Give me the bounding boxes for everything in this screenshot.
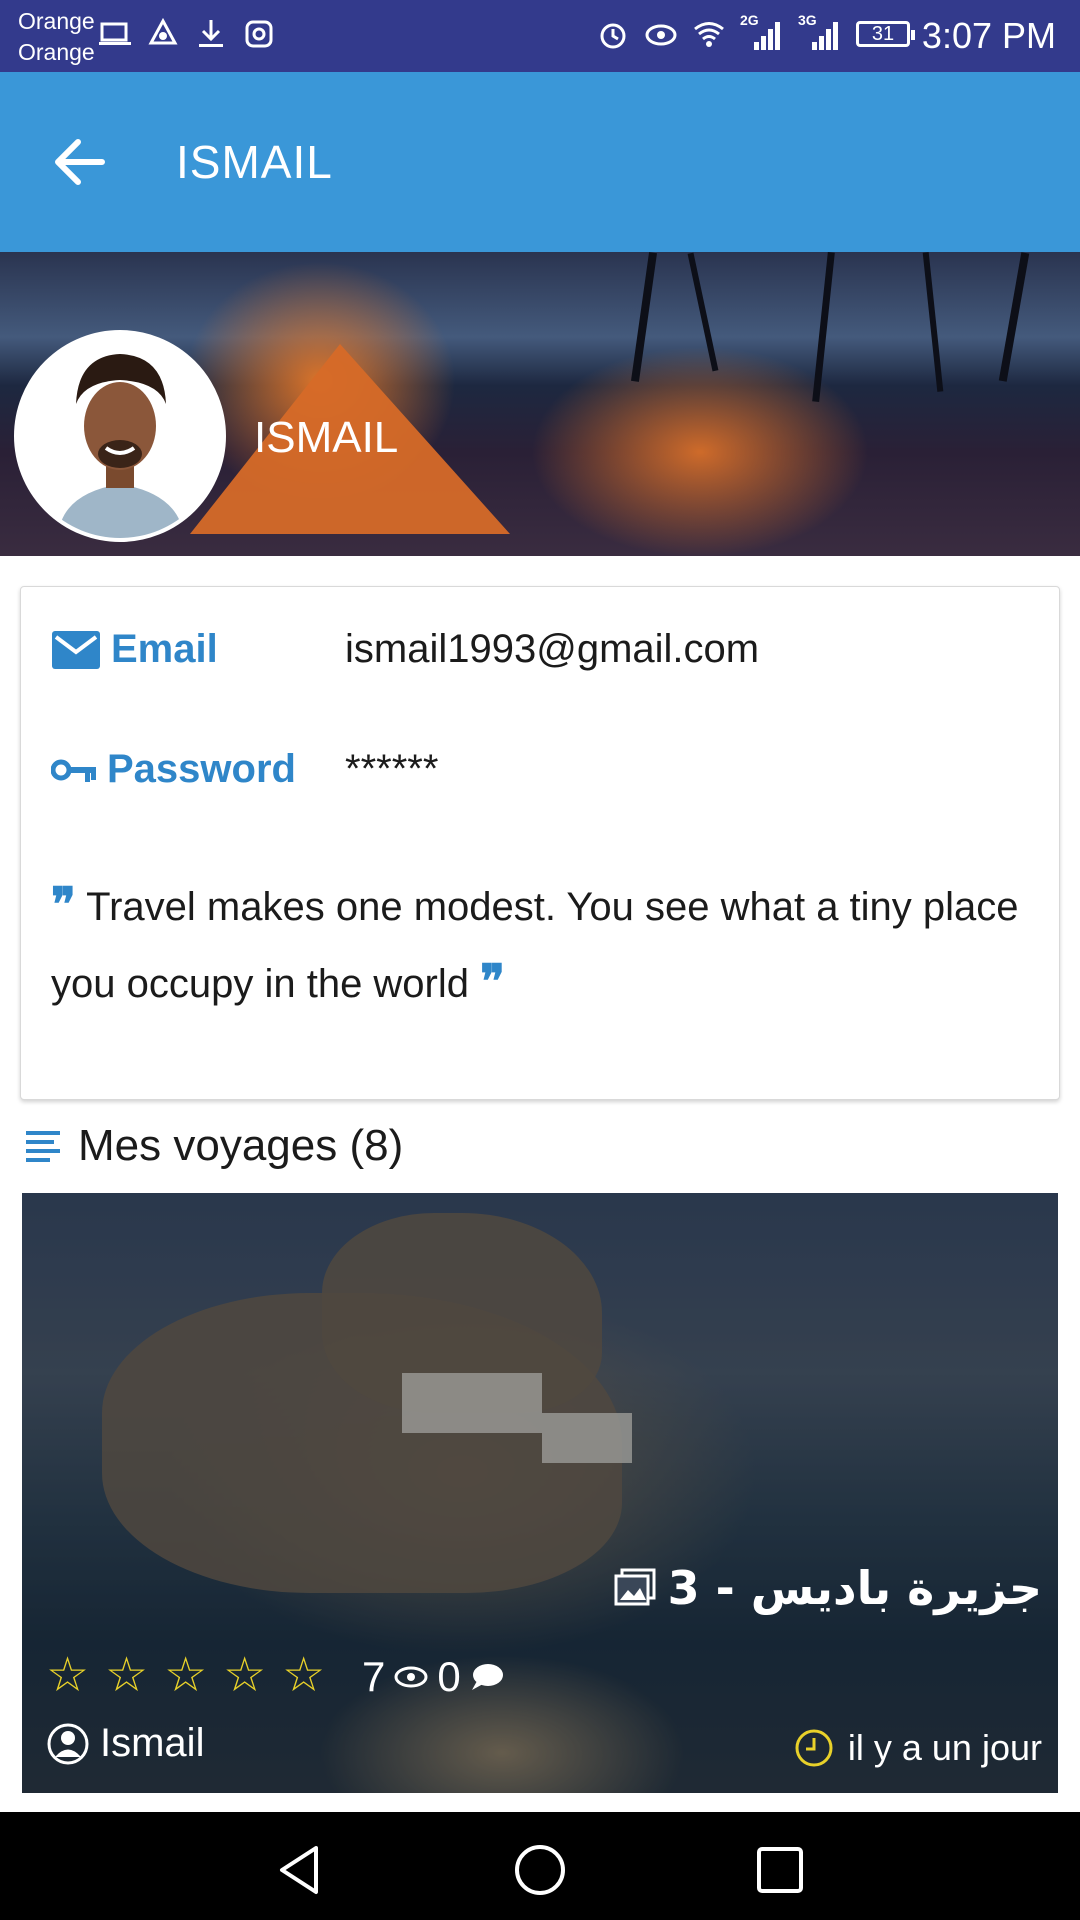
trip-stats: 7 0 [362,1653,505,1701]
password-value: ****** [345,747,439,791]
tree-silhouette [630,252,658,382]
gallery-icon [614,1568,656,1606]
star-icon[interactable]: ☆ [282,1648,325,1702]
tree-silhouette [998,252,1030,382]
profile-info-card: Email ismail1993@gmail.com Password ****… [20,586,1060,1100]
app-bar: ISMAIL [0,72,1080,252]
comments-count: 0 [437,1653,461,1700]
nav-home-icon[interactable] [512,1842,568,1898]
trip-image-overlay [22,1193,1058,1793]
back-arrow-icon[interactable] [50,132,110,192]
star-icon[interactable]: ☆ [223,1648,266,1702]
signal-2g-icon: 2G [740,12,784,52]
network-type-2: 3G [798,12,817,28]
tree-silhouette [687,252,719,372]
nav-back-icon[interactable] [272,1842,328,1898]
status-time: 3:07 PM [921,15,1056,56]
avatar[interactable] [14,330,226,542]
profile-quote: ❞ Travel makes one modest. You see what … [51,867,1031,1021]
star-icon[interactable]: ☆ [164,1648,207,1702]
status-bar: Orange Orange 2G 3G 31 3:07 PM [0,0,1080,72]
notification-icons [98,16,276,52]
email-value: ismail1993@gmail.com [345,627,760,671]
trip-title-text: جزيرة باديس - 3 [667,1561,1042,1615]
list-icon [26,1131,60,1162]
battery-icon: 31 [856,21,915,47]
system-icons: 2G 3G 31 [596,12,915,52]
rating-stars[interactable]: ☆ ☆ ☆ ☆ ☆ [46,1648,325,1702]
quote-text: Travel makes one modest. You see what a … [51,885,1019,1006]
download-icon [199,20,223,47]
views-count: 7 [362,1653,386,1700]
star-icon[interactable]: ☆ [105,1648,148,1702]
alarm-icon [600,23,626,49]
quote-open-icon: ❞ [51,877,76,931]
trips-section-header: Mes voyages (8) [26,1118,403,1174]
tree-silhouette [812,252,835,402]
trip-time: il y a un jour [794,1727,1042,1769]
mail-icon [52,630,100,669]
star-icon[interactable]: ☆ [46,1648,89,1702]
profile-name: ISMAIL [254,413,399,462]
password-label-text: Password [107,747,296,791]
avatar-portrait [18,334,222,538]
email-label-text: Email [111,627,218,671]
password-label: Password [51,747,296,792]
signal-3g-icon: 3G [798,12,842,52]
wifi-icon [694,22,724,47]
trip-title: جزيرة باديس - 3 [614,1561,1042,1615]
email-label: Email [51,627,218,672]
eye-icon [645,24,677,46]
quote-close-icon: ❞ [480,954,505,1008]
carrier-label: Orange Orange [18,6,95,68]
carrier-name-1: Orange [18,8,95,34]
eye-icon [394,1666,428,1688]
trip-time-text: il y a un jour [847,1727,1042,1768]
nav-recents-icon[interactable] [752,1842,808,1898]
user-icon [47,1723,89,1764]
clock-icon [795,1729,833,1767]
tree-silhouette [922,252,944,392]
comment-icon [471,1664,503,1690]
carrier-name-2: Orange [18,39,95,65]
trips-section-title: Mes voyages (8) [78,1121,404,1170]
instagram-icon [245,20,273,48]
battery-level: 31 [871,23,895,45]
key-icon [51,759,96,782]
laptop-icon [99,22,131,45]
system-nav-bar [0,1812,1080,1920]
trip-card[interactable]: جزيرة باديس - 3 ☆ ☆ ☆ ☆ ☆ 7 0 Ismail il y a … [22,1193,1058,1793]
page-title: ISMAIL [176,136,333,188]
trip-author-name: Ismail [100,1721,205,1765]
trip-author[interactable]: Ismail [46,1721,204,1766]
recycle-icon [148,17,178,45]
network-type-1: 2G [740,12,759,28]
